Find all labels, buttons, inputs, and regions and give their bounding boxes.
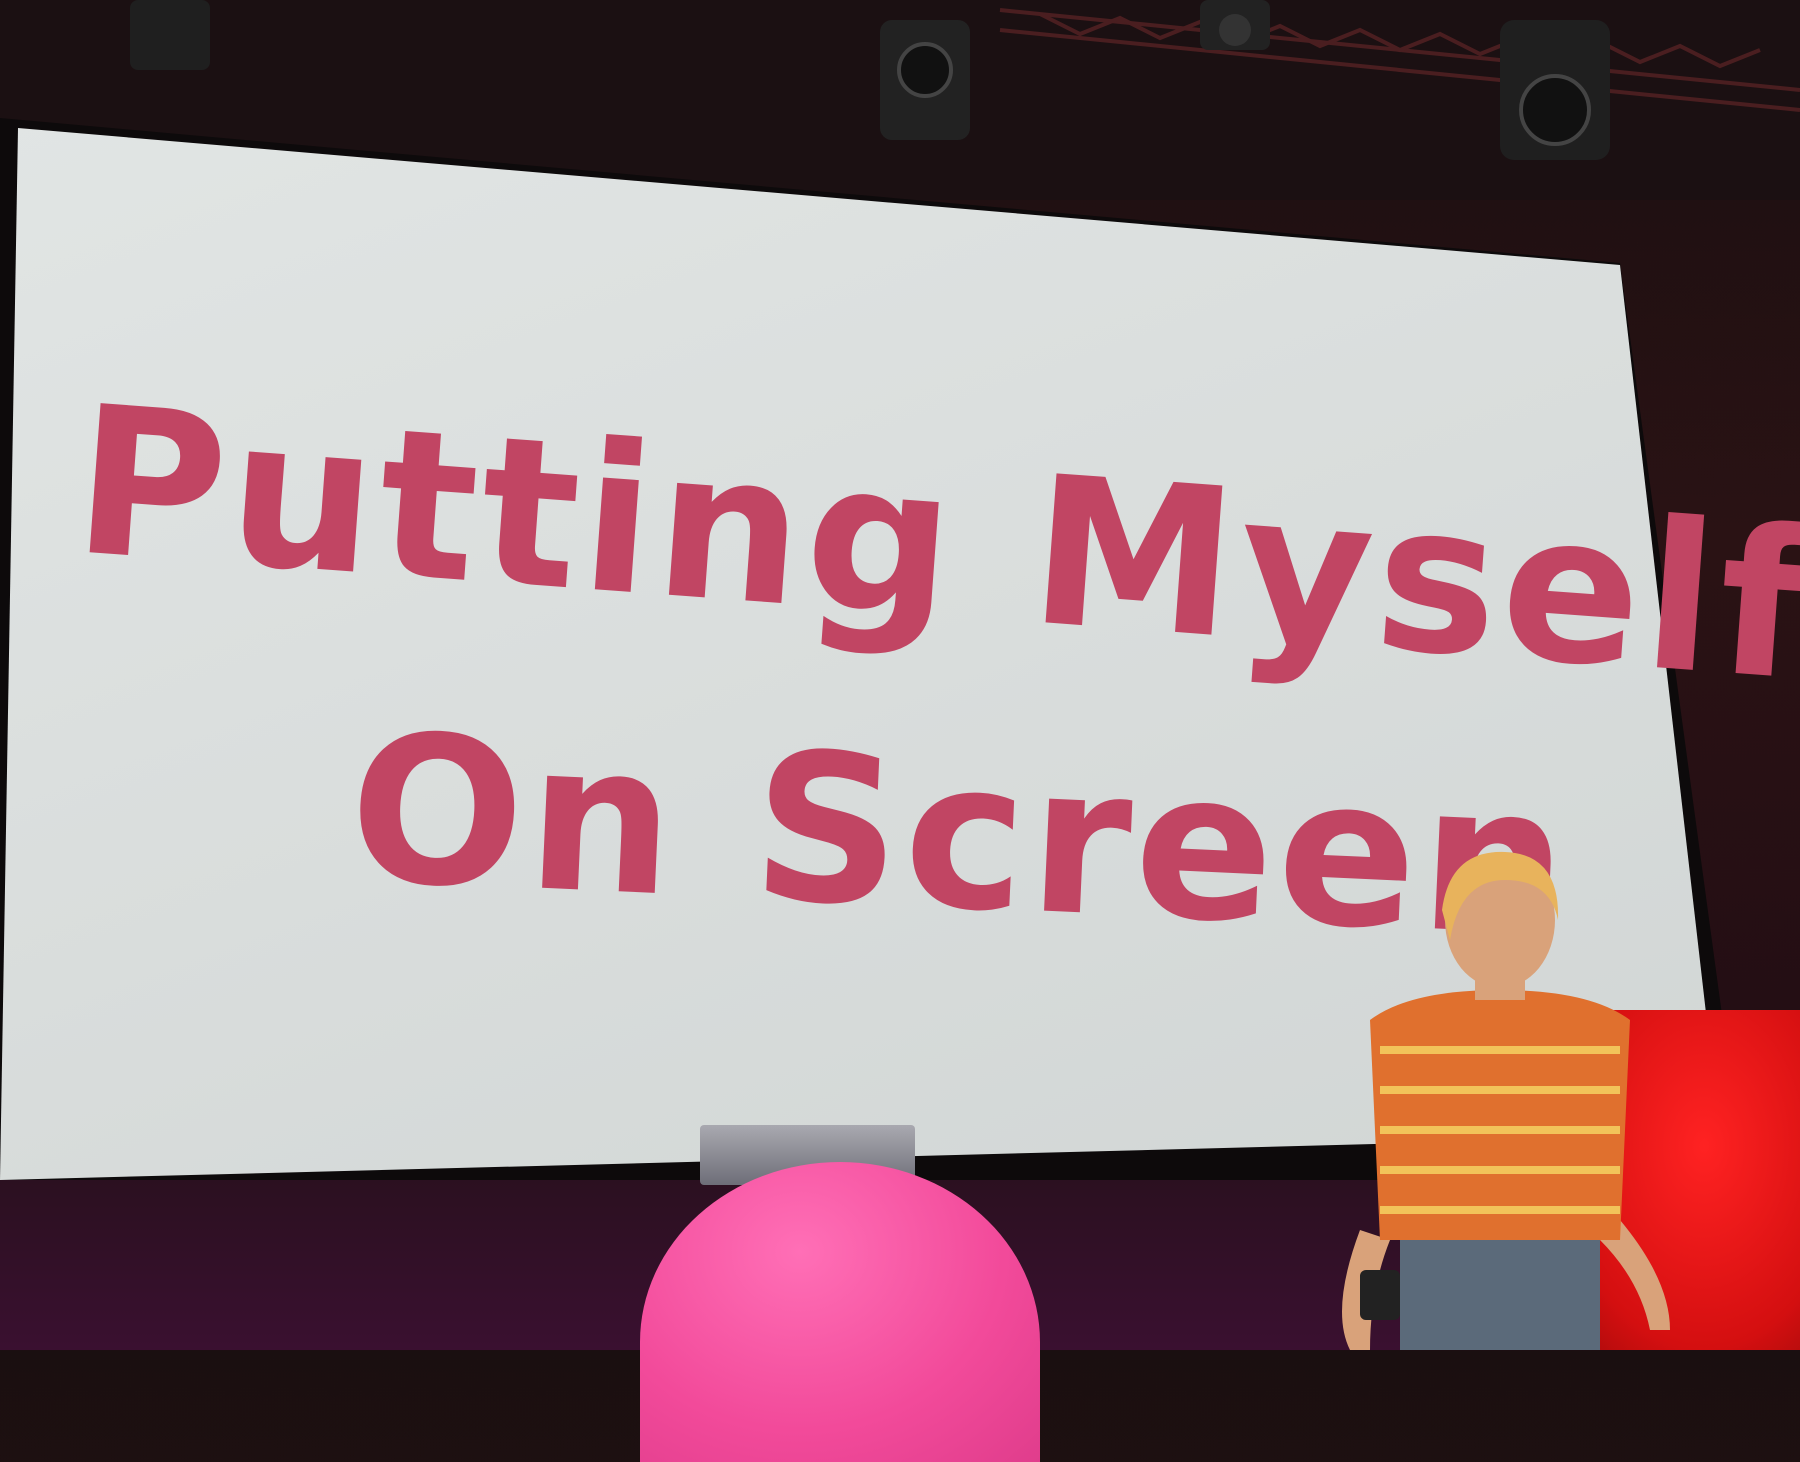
speaker-person bbox=[1342, 851, 1670, 1350]
stage-scene: Putting Myself On Screen bbox=[0, 0, 1800, 1462]
clicker-remote bbox=[1360, 1270, 1400, 1320]
stage-light-icon bbox=[1500, 20, 1610, 160]
stage-light-icon bbox=[1200, 0, 1270, 50]
stage-light-icon bbox=[130, 0, 210, 70]
stage-light-icon bbox=[880, 20, 970, 140]
